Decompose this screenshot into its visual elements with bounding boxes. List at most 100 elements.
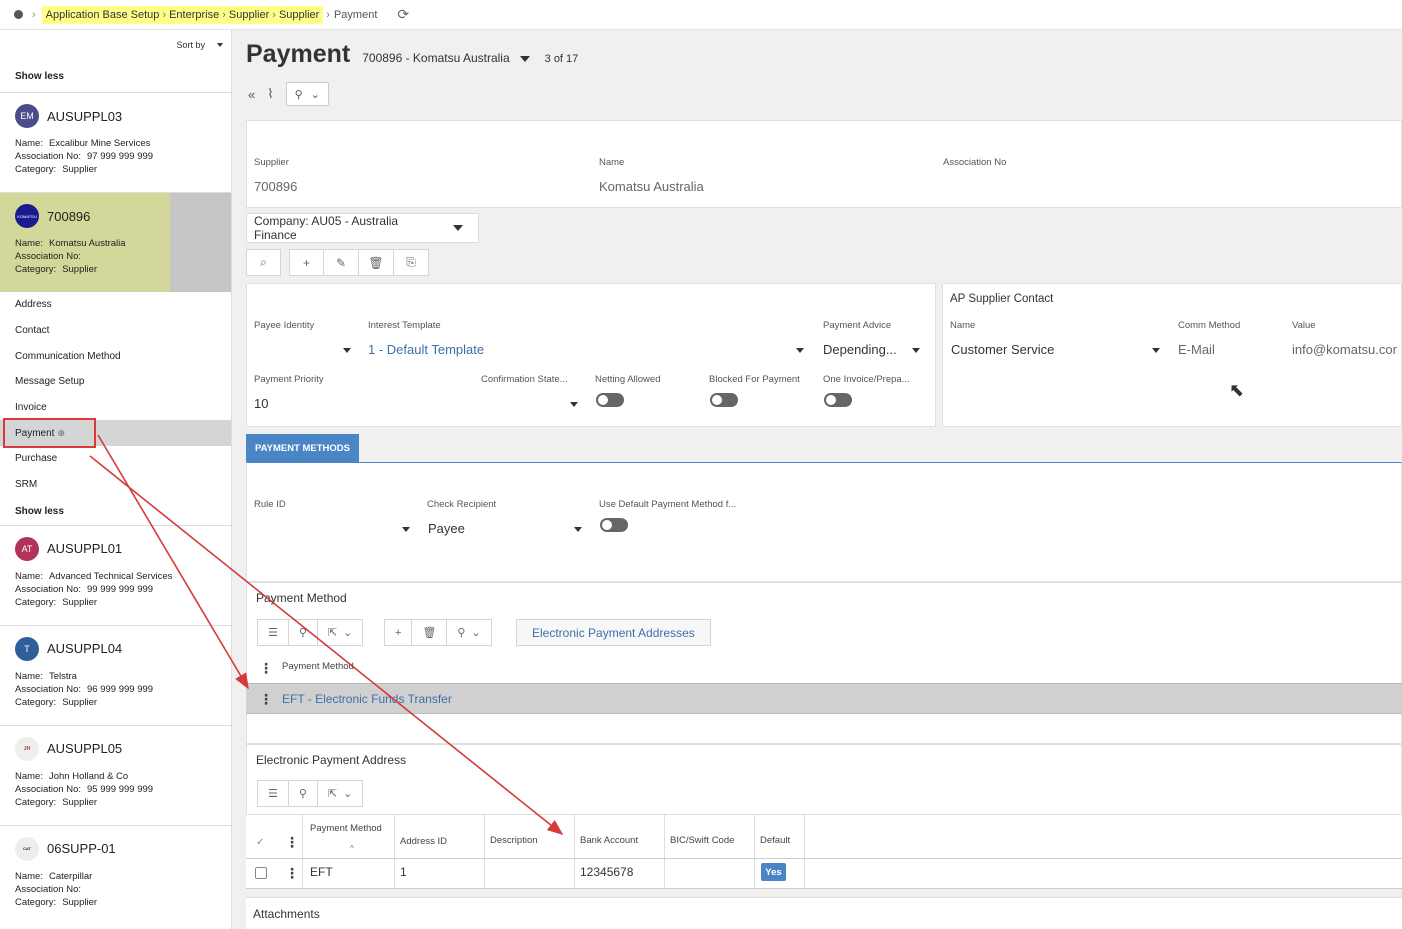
attachments-section[interactable]: Attachments — [246, 897, 1402, 929]
record-card-700896[interactable]: KOMATSU 700896 Name: Komatsu Australia As… — [0, 192, 231, 292]
col-address-id[interactable]: Address ID — [400, 836, 447, 847]
comm-method-value: E-Mail — [1178, 342, 1215, 357]
category-label: Category: — [15, 696, 57, 708]
breadcrumb-item[interactable]: Supplier — [279, 9, 319, 21]
contact-value-value: info@komatsu.cor — [1292, 342, 1397, 357]
list-icon: ☰ — [268, 627, 278, 639]
interest-template-value[interactable]: 1 - Default Template — [368, 342, 484, 357]
record-card-ausuppl04[interactable]: T AUSUPPL04 Name: Telstra Association No:… — [0, 624, 231, 725]
interest-template-dropdown[interactable] — [796, 348, 804, 353]
payment-priority-value[interactable]: 10 — [254, 396, 268, 411]
nav-srm[interactable]: SRM — [0, 472, 231, 498]
delete-button[interactable]: 🗑 — [359, 249, 394, 276]
one-invoice-toggle[interactable] — [824, 393, 852, 407]
show-less-link[interactable]: Show less — [0, 498, 231, 525]
breadcrumb-item[interactable]: Supplier — [229, 9, 269, 21]
payment-method-column-header[interactable]: Payment Method — [282, 661, 354, 672]
blocked-for-payment-toggle[interactable] — [710, 393, 738, 407]
attachment-icon[interactable]: ⌇ — [267, 86, 273, 102]
filter-button[interactable]: ⚲ — [288, 780, 318, 807]
filter-button[interactable]: ⚲ — [288, 619, 318, 646]
record-name: John Holland & Co — [48, 770, 129, 782]
page-title: Payment — [246, 40, 351, 68]
row-menu-icon[interactable]: ⋮ — [259, 692, 273, 706]
nav-invoice[interactable]: Invoice — [0, 395, 231, 421]
comm-method-label: Comm Method — [1178, 320, 1241, 331]
breadcrumb-item[interactable]: Enterprise — [169, 9, 219, 21]
caret-down-icon — [217, 43, 223, 47]
blocked-for-payment-label: Blocked For Payment — [709, 374, 800, 385]
edit-button[interactable]: ✎ — [324, 249, 359, 276]
search-button[interactable]: ⌕ — [246, 249, 281, 276]
record-code: AUSUPPL03 — [47, 108, 123, 124]
row-checkbox[interactable] — [255, 867, 267, 879]
record-card-ausuppl03[interactable]: EM AUSUPPL03 Name: Excalibur Mine Service… — [0, 92, 231, 192]
collapse-left-icon[interactable]: « — [248, 87, 255, 102]
avatar: AT — [15, 536, 39, 561]
nav-message-setup[interactable]: Message Setup — [0, 369, 231, 395]
row-actions-button[interactable]: ⚲ ⌄ — [447, 619, 492, 646]
record-card-ausuppl01[interactable]: AT AUSUPPL01 Name: Advanced Technical Ser… — [0, 524, 231, 625]
home-icon[interactable] — [14, 10, 23, 19]
nav-purchase[interactable]: Purchase — [0, 446, 231, 472]
delete-row-button[interactable]: 🗑 — [412, 619, 448, 646]
col-payment-method[interactable]: Payment Method — [310, 821, 390, 836]
name-label: Name: — [15, 238, 43, 249]
list-view-button[interactable]: ☰ — [257, 780, 289, 807]
nav-communication-method[interactable]: Communication Method — [0, 343, 231, 369]
category-label: Category: — [15, 264, 57, 275]
col-bank-account[interactable]: Bank Account — [580, 835, 638, 846]
table-row[interactable]: ⋮ EFT - Electronic Funds Transfer — [246, 683, 1402, 714]
duplicate-button[interactable]: ⎘ — [394, 249, 429, 276]
chevron-down-icon: ⌄ — [471, 627, 481, 639]
refresh-icon[interactable]: ⟳ — [397, 6, 409, 23]
confirmation-state-dropdown[interactable] — [570, 402, 578, 407]
payment-method-cell[interactable]: EFT - Electronic Funds Transfer — [282, 692, 452, 706]
chevron-right-icon: › — [32, 8, 36, 21]
tab-payment-methods[interactable]: PAYMENT METHODS — [246, 434, 359, 462]
record-selector[interactable]: 700896 - Komatsu Australia — [362, 51, 509, 65]
nav-address[interactable]: Address — [0, 292, 231, 318]
actions-menu-button[interactable]: ⚲ ⌄ — [285, 82, 329, 106]
add-row-button[interactable]: + — [384, 619, 413, 646]
assoc-label: Association No: — [15, 683, 82, 695]
column-menu-icon[interactable]: ⋮ — [285, 835, 299, 849]
netting-allowed-toggle[interactable] — [596, 393, 624, 407]
new-button[interactable]: + — [289, 249, 324, 276]
select-all-check-icon[interactable]: ✓ — [256, 837, 264, 848]
stamp-icon: ⚲ — [294, 88, 303, 101]
sort-by-control[interactable]: Sort by — [0, 30, 231, 60]
col-bic-swift[interactable]: BIC/Swift Code — [670, 835, 734, 846]
row-menu-icon[interactable]: ⋮ — [285, 866, 299, 880]
contact-name-value[interactable]: Customer Service — [951, 342, 1054, 357]
check-recipient-dropdown[interactable] — [574, 527, 582, 532]
caret-down-icon[interactable] — [519, 56, 530, 62]
col-default[interactable]: Default — [760, 835, 790, 846]
sort-asc-icon: ^ — [350, 844, 354, 853]
electronic-payment-addresses-button[interactable]: Electronic Payment Addresses — [516, 619, 711, 646]
confirmation-state-label: Confirmation State... — [481, 374, 568, 385]
export-button[interactable]: ⇱ ⌄ — [317, 619, 364, 646]
supplier-value: 700896 — [254, 179, 298, 194]
assoc-label: Association No: — [15, 251, 82, 262]
export-button[interactable]: ⇱ ⌄ — [317, 780, 364, 807]
page-header: Payment 700896 - Komatsu Australia 3 of … — [246, 40, 578, 69]
rule-id-dropdown[interactable] — [402, 527, 410, 532]
payment-advice-value[interactable]: Depending... — [823, 342, 897, 357]
payee-identity-dropdown[interactable] — [343, 348, 351, 353]
contact-name-dropdown[interactable] — [1152, 348, 1160, 353]
record-card-ausuppl05[interactable]: JH AUSUPPL05 Name: John Holland & Co Asso… — [0, 724, 231, 825]
record-card-06supp-01[interactable]: CAT 06SUPP-01 Name: Caterpillar Associati… — [0, 824, 231, 925]
list-view-button[interactable]: ☰ — [257, 619, 289, 646]
breadcrumb-item[interactable]: Application Base Setup — [46, 9, 160, 21]
use-default-toggle[interactable] — [600, 518, 628, 532]
show-less-link[interactable]: Show less — [0, 60, 231, 92]
nav-contact[interactable]: Contact — [0, 318, 231, 344]
col-description[interactable]: Description — [490, 835, 538, 846]
column-menu-icon[interactable]: ⋮ — [259, 661, 273, 675]
record-assoc: 95 999 999 999 — [87, 783, 154, 795]
company-selector[interactable]: Company: AU05 - Australia Finance — [246, 213, 479, 243]
check-recipient-value[interactable]: Payee — [428, 521, 465, 536]
payment-advice-dropdown[interactable] — [912, 348, 920, 353]
caret-down-icon — [453, 225, 463, 231]
